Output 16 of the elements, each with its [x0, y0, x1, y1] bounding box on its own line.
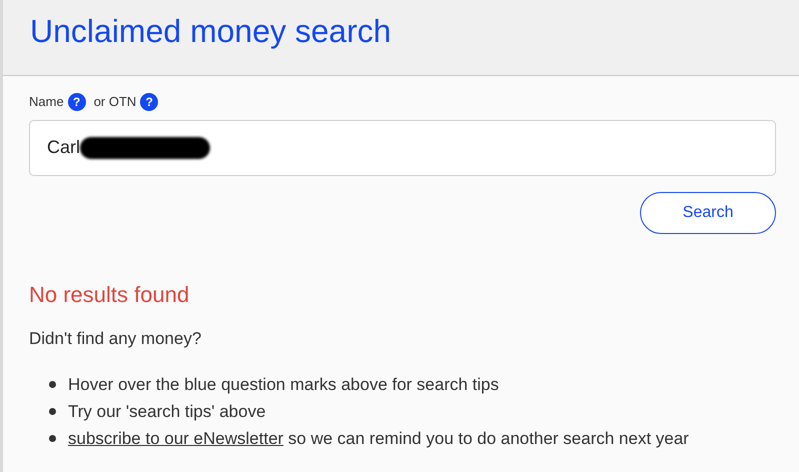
- search-field[interactable]: Carl: [29, 120, 776, 176]
- bullet-icon: [49, 435, 56, 442]
- newsletter-link[interactable]: subscribe to our eNewsletter: [68, 429, 284, 448]
- page-title: Unclaimed money search: [30, 12, 392, 50]
- tip-text: Hover over the blue question marks above for search tips: [68, 374, 499, 396]
- help-icon[interactable]: ?: [68, 92, 86, 111]
- bullet-icon: [49, 381, 56, 388]
- bullet-icon: [49, 408, 56, 416]
- help-icon[interactable]: ?: [140, 92, 158, 111]
- intro-text: Didn't find any money?: [29, 328, 202, 350]
- tip-text: Try our 'search tips' above: [68, 401, 266, 424]
- field-label: or OTN: [94, 93, 136, 111]
- result-heading: No results found: [29, 282, 190, 308]
- tip-text: subscribe to our eNewsletter so we can remind you to do another search next year: [68, 428, 689, 450]
- search-button[interactable]: Search: [640, 192, 776, 234]
- field-label: Name: [29, 93, 64, 111]
